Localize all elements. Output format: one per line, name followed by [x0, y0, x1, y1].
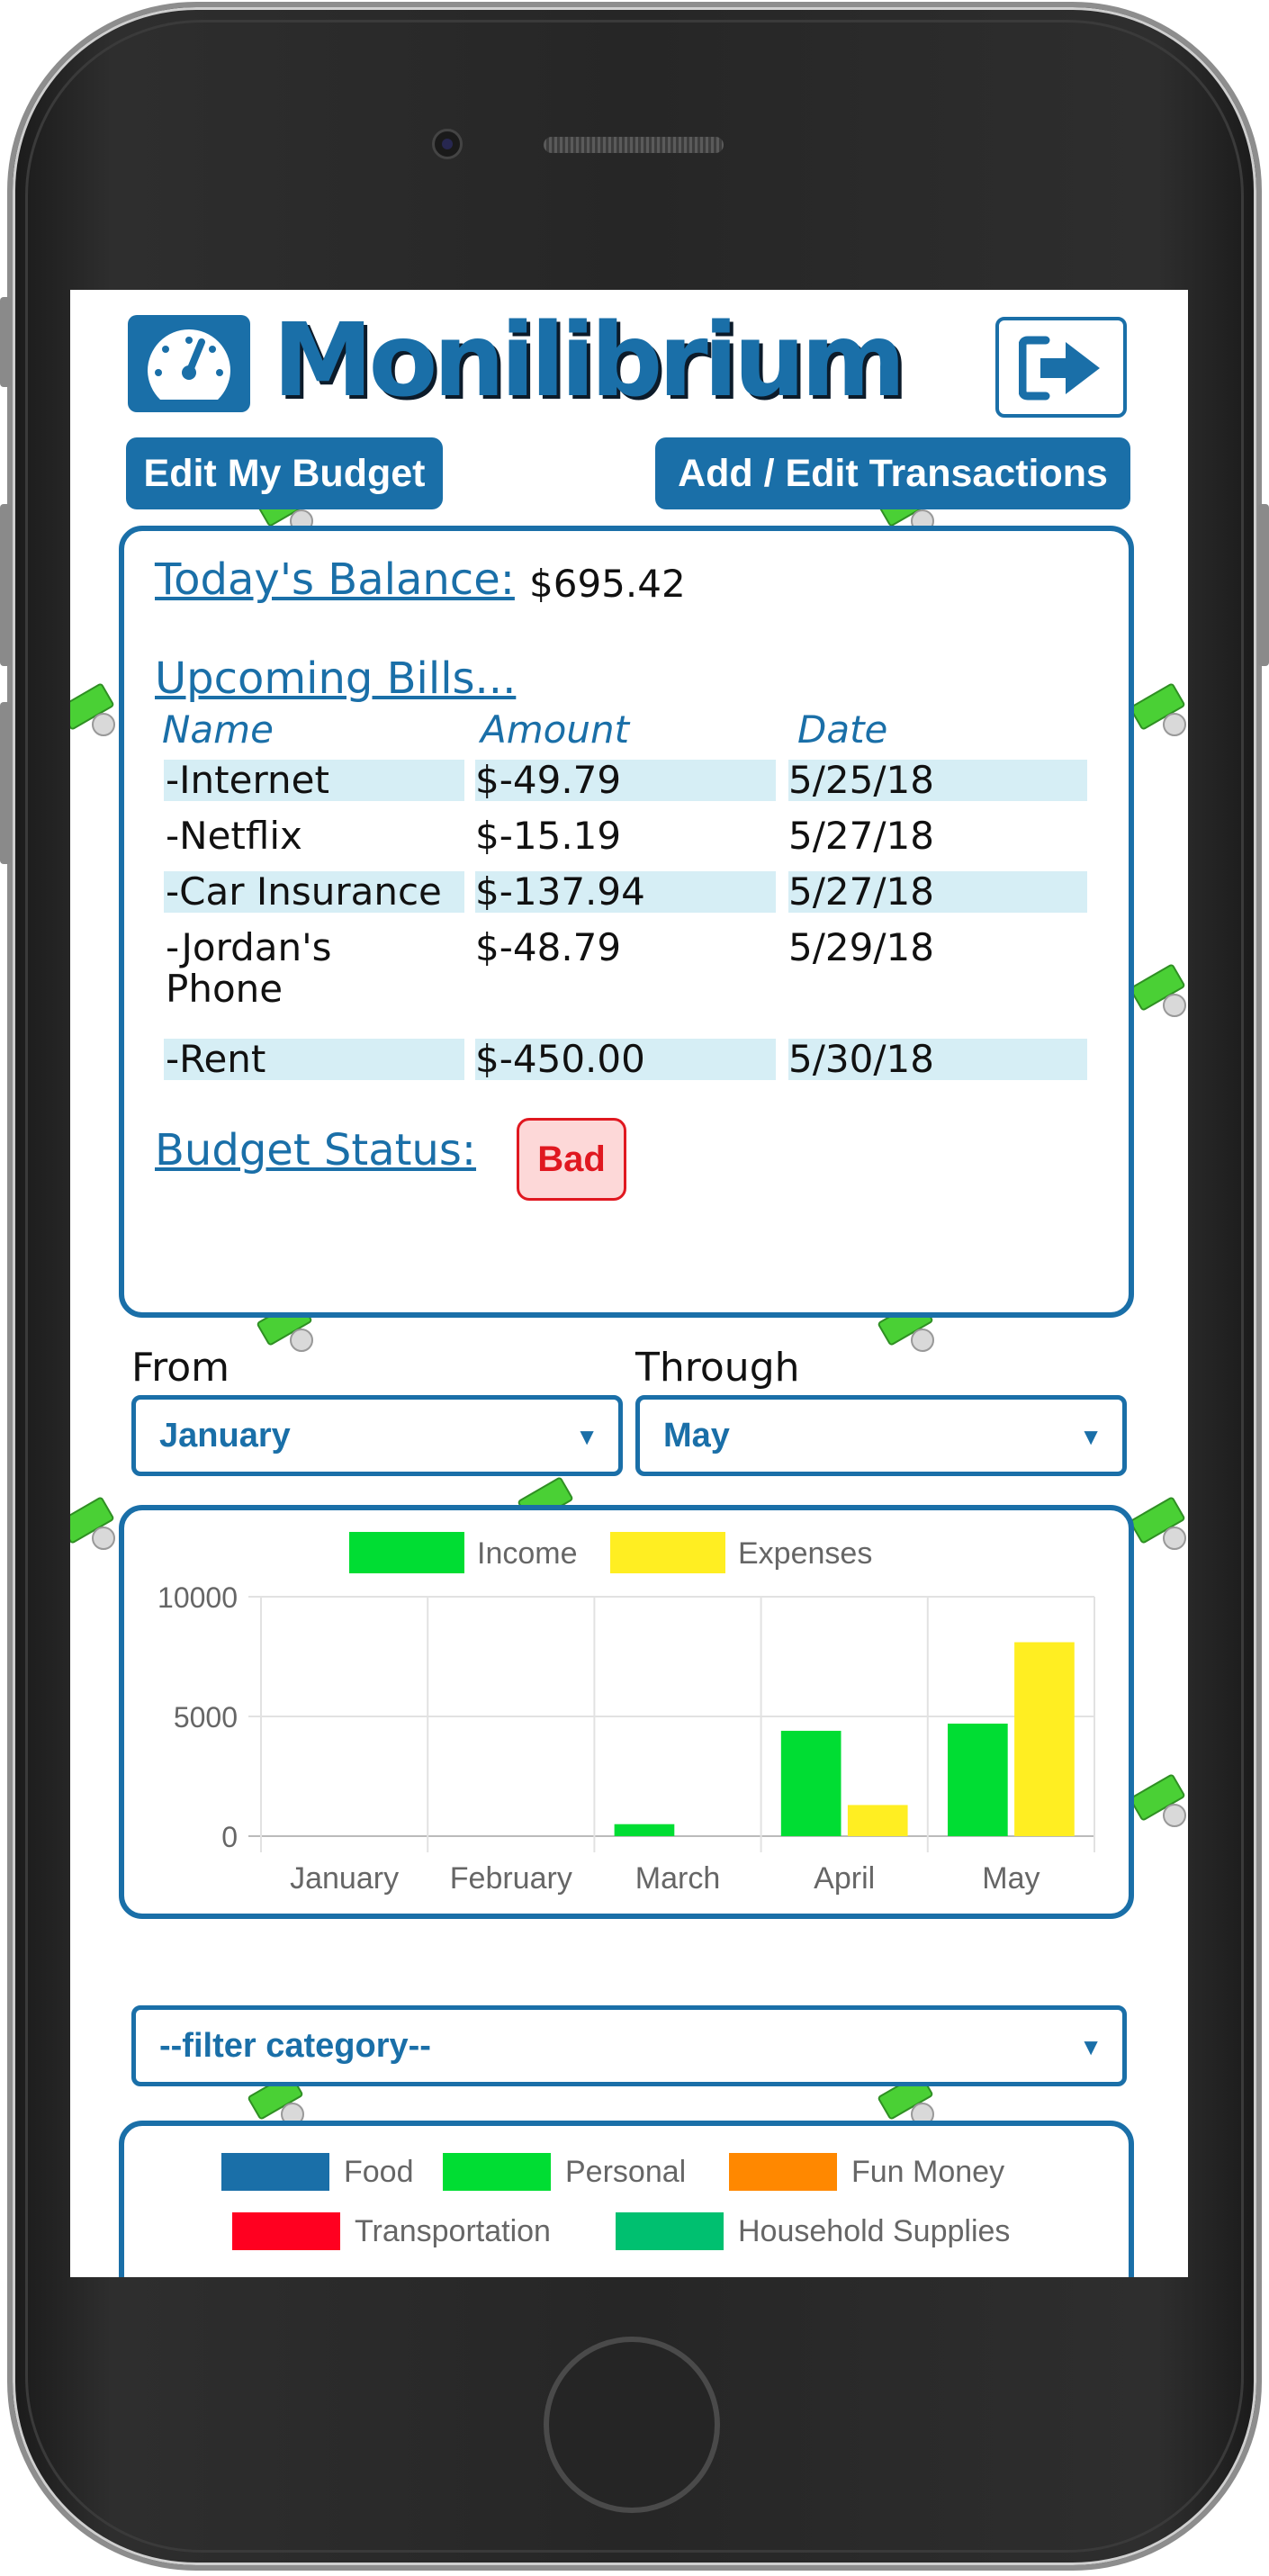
todays-balance-link[interactable]: Today's Balance: [155, 554, 515, 605]
app-title: Monilibrium [273, 302, 906, 419]
bar-income [614, 1824, 675, 1836]
money-decoration-icon [1129, 1496, 1188, 1554]
bill-date: 5/25/18 [788, 760, 1087, 801]
income-expenses-chart-panel: 10000 5000 0 January February March April May I… [119, 1505, 1134, 1919]
bill-amount: $-15.19 [475, 814, 622, 858]
column-header-date: Date [797, 707, 888, 752]
x-tick-label: February [450, 1861, 572, 1896]
income-expenses-chart: 10000 5000 0 January February March April May I… [158, 1532, 1095, 1896]
bill-amount: $-137.94 [475, 871, 776, 913]
mute-switch [0, 297, 11, 387]
bill-amount: $-49.79 [475, 760, 776, 801]
from-month-value: January [159, 1416, 291, 1455]
through-month-select[interactable]: May ▼ [635, 1395, 1127, 1476]
legend-swatch [610, 1532, 725, 1573]
bill-date: 5/30/18 [788, 1039, 1087, 1080]
volume-down-button [0, 702, 11, 864]
through-month-value: May [663, 1416, 730, 1455]
category-legend-swatch[interactable] [727, 2151, 839, 2193]
power-button [1258, 504, 1269, 666]
category-filter-select[interactable]: --filter category-- ▼ [131, 2005, 1127, 2086]
bill-amount: $-450.00 [475, 1039, 776, 1080]
status-badge: Bad [517, 1118, 626, 1201]
category-legend-label[interactable]: Personal [565, 2155, 686, 2190]
legend-swatch [349, 1532, 464, 1573]
y-tick-label: 0 [221, 1821, 238, 1853]
earpiece-speaker [544, 137, 724, 153]
dropdown-arrow-icon: ▼ [575, 1423, 598, 1450]
x-tick-label: April [814, 1861, 875, 1896]
from-label: From [131, 1345, 230, 1391]
category-filter-value: --filter category-- [159, 2026, 431, 2065]
bill-name: -Netflix [166, 814, 302, 858]
category-legend-swatch[interactable] [614, 2211, 725, 2252]
through-label: Through [635, 1345, 800, 1391]
category-legend-label[interactable]: Fun Money [851, 2155, 1004, 2190]
upcoming-bills-link[interactable]: Upcoming Bills... [155, 653, 516, 704]
logo-badge [128, 315, 250, 412]
logout-button[interactable] [995, 317, 1127, 418]
bill-name-continued: Phone [166, 967, 284, 1011]
x-tick-label: January [290, 1861, 399, 1896]
category-legend-label[interactable]: Transportation [355, 2214, 551, 2249]
front-camera [432, 129, 463, 159]
balance-value: $695.42 [529, 562, 686, 606]
home-button[interactable] [544, 2337, 720, 2513]
budget-status-link[interactable]: Budget Status: [155, 1125, 476, 1175]
money-decoration-icon [1129, 682, 1188, 740]
category-legend-swatch[interactable] [230, 2211, 342, 2252]
money-decoration-icon [70, 682, 121, 740]
money-decoration-icon [70, 1496, 121, 1554]
dropdown-arrow-icon: ▼ [1079, 1423, 1102, 1450]
x-tick-label: May [982, 1861, 1040, 1896]
legend-label: Expenses [738, 1536, 872, 1571]
category-legend-label[interactable]: Food [344, 2155, 414, 2190]
bar-expenses [847, 1805, 908, 1836]
y-tick-label: 5000 [174, 1701, 238, 1734]
category-legend-swatch[interactable] [441, 2151, 553, 2193]
column-header-name: Name [162, 707, 274, 752]
edit-budget-button[interactable]: Edit My Budget [126, 437, 443, 509]
add-edit-transactions-button[interactable]: Add / Edit Transactions [655, 437, 1130, 509]
bill-date: 5/29/18 [788, 925, 934, 969]
category-legend: Food Personal Fun Money Transportation House… [124, 2126, 1129, 2277]
bill-name: -Jordan's [166, 925, 332, 969]
legend-label: Income [477, 1536, 578, 1571]
app-screen: Monilibrium Edit My Budget Add / Edit Tr… [70, 290, 1188, 2277]
column-header-amount: Amount [481, 707, 630, 752]
y-tick-label: 10000 [158, 1581, 238, 1614]
summary-panel: Today's Balance: $695.42 Upcoming Bills.… [119, 526, 1134, 1318]
bill-date: 5/27/18 [788, 814, 934, 858]
money-decoration-icon [1129, 1773, 1188, 1831]
category-legend-swatch[interactable] [220, 2151, 331, 2193]
bill-name: -Rent [164, 1039, 464, 1080]
money-decoration-icon [1129, 963, 1188, 1021]
x-tick-label: March [635, 1861, 720, 1896]
bill-name: -Internet [164, 760, 464, 801]
from-month-select[interactable]: January ▼ [131, 1395, 623, 1476]
dropdown-arrow-icon: ▼ [1079, 2033, 1102, 2060]
bill-date: 5/27/18 [788, 871, 1087, 913]
bill-amount: $-48.79 [475, 925, 622, 969]
sign-out-icon [1019, 336, 1100, 401]
speedometer-icon [148, 329, 230, 400]
bar-income [948, 1723, 1008, 1836]
bar-income [780, 1730, 842, 1836]
category-legend-label[interactable]: Household Supplies [738, 2214, 1010, 2249]
volume-up-button [0, 504, 11, 666]
category-chart-panel: Food Personal Fun Money Transportation House… [119, 2121, 1134, 2277]
bar-expenses [1014, 1642, 1075, 1836]
bill-name: -Car Insurance [164, 871, 464, 913]
